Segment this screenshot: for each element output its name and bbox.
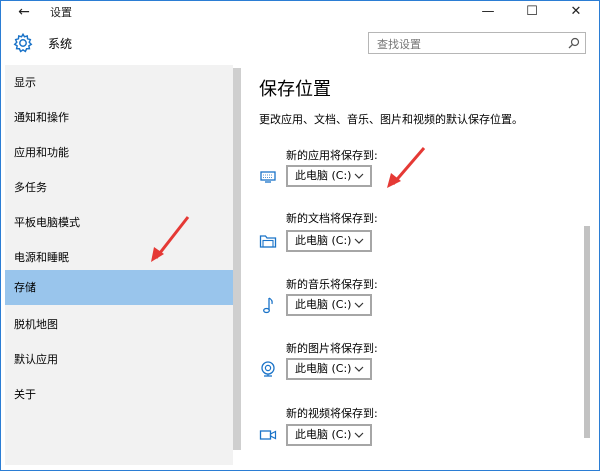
page-description: 更改应用、文档、音乐、图片和视频的默认保存位置。 <box>259 113 523 126</box>
chevron-down-icon <box>354 366 364 372</box>
sidebar-item-multitasking[interactable]: 多任务 <box>5 170 233 205</box>
section-title: 系统 <box>48 37 73 51</box>
camera-icon <box>261 361 275 377</box>
pictures-location-value: 此电脑 (C:) <box>295 362 352 375</box>
close-button[interactable]: ✕ <box>554 0 598 24</box>
sidebar-item-notifications[interactable]: 通知和操作 <box>5 100 233 135</box>
music-save-label: 新的音乐将保存到: <box>286 278 378 291</box>
page-title: 保存位置 <box>259 79 331 100</box>
sidebar-item-apps[interactable]: 应用和功能 <box>5 135 233 170</box>
sidebar-item-display[interactable]: 显示 <box>5 65 233 100</box>
music-note-icon <box>263 297 273 314</box>
apps-save-label: 新的应用将保存到: <box>286 149 378 162</box>
sidebar-item-about[interactable]: 关于 <box>5 377 233 412</box>
sidebar-item-default-apps[interactable]: 默认应用 <box>5 342 233 377</box>
back-button[interactable]: ← <box>12 2 36 22</box>
documents-save-label: 新的文档将保存到: <box>286 212 378 225</box>
music-location-value: 此电脑 (C:) <box>295 298 352 311</box>
window-title: 设置 <box>50 6 72 19</box>
content-scrollbar[interactable] <box>584 226 590 438</box>
chevron-down-icon <box>354 238 364 244</box>
chevron-down-icon <box>354 302 364 308</box>
folder-icon <box>259 235 277 248</box>
minimize-button[interactable]: — <box>466 0 510 24</box>
search-input[interactable] <box>375 34 559 55</box>
chevron-down-icon <box>354 432 364 438</box>
monitor-icon <box>260 171 276 183</box>
page-header: 系统 <box>0 24 600 64</box>
sidebar: 显示 通知和操作 应用和功能 多任务 平板电脑模式 电源和睡眠 存储 脱机地图 … <box>5 65 233 465</box>
documents-location-dropdown[interactable]: 此电脑 (C:) <box>286 230 372 252</box>
maximize-button[interactable]: ☐ <box>510 0 554 24</box>
videos-save-label: 新的视频将保存到: <box>286 407 378 420</box>
main-content: 保存位置 更改应用、文档、音乐、图片和视频的默认保存位置。 新的应用将保存到: … <box>241 65 591 465</box>
sidebar-item-storage[interactable]: 存储 <box>5 270 233 305</box>
chevron-down-icon <box>354 173 364 179</box>
sidebar-item-offline-maps[interactable]: 脱机地图 <box>5 307 233 342</box>
sidebar-scrollbar[interactable] <box>233 68 241 450</box>
music-location-dropdown[interactable]: 此电脑 (C:) <box>286 294 372 316</box>
documents-location-value: 此电脑 (C:) <box>295 234 352 247</box>
gear-icon <box>13 32 33 53</box>
pictures-location-dropdown[interactable]: 此电脑 (C:) <box>286 358 372 380</box>
video-icon <box>259 430 277 440</box>
apps-location-value: 此电脑 (C:) <box>295 169 352 182</box>
sidebar-item-tablet-mode[interactable]: 平板电脑模式 <box>5 205 233 240</box>
title-bar: ← 设置 — ☐ ✕ <box>0 0 600 24</box>
videos-location-dropdown[interactable]: 此电脑 (C:) <box>286 424 372 446</box>
search-box[interactable] <box>368 32 586 55</box>
pictures-save-label: 新的图片将保存到: <box>286 342 378 355</box>
apps-location-dropdown[interactable]: 此电脑 (C:) <box>286 165 372 187</box>
videos-location-value: 此电脑 (C:) <box>295 428 352 441</box>
search-icon[interactable] <box>568 37 580 49</box>
